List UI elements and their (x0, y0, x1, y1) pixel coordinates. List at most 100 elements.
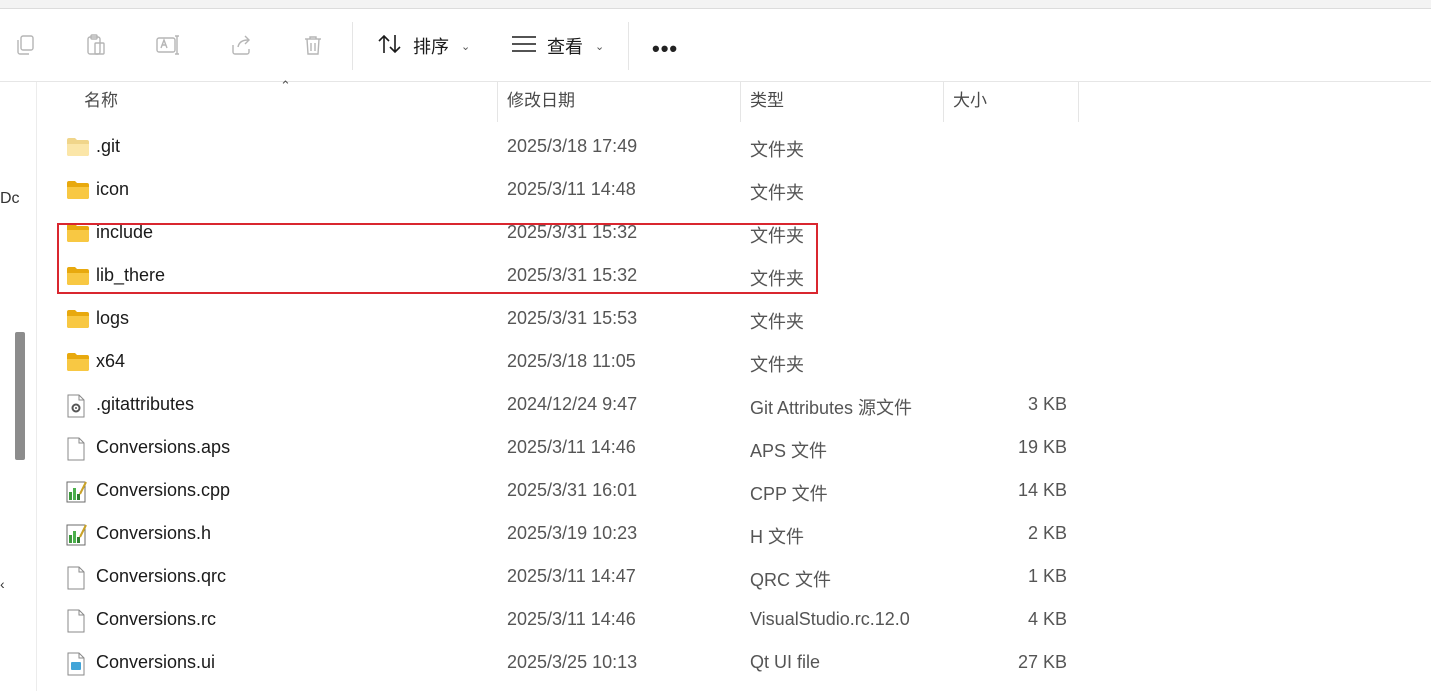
chevron-down-icon: ⌄ (595, 40, 605, 53)
file-type: Qt UI file (750, 652, 821, 672)
code-file-icon (66, 523, 90, 547)
file-type: QRC 文件 (750, 570, 831, 590)
folder-icon (66, 222, 90, 246)
file-row[interactable]: Conversions.aps 2025/3/11 14:46 APS 文件 19 K… (36, 427, 1096, 470)
qt-ui-file-icon (66, 652, 90, 676)
nav-item-fragment[interactable]: ‹ (0, 576, 5, 592)
file-name: Conversions.cpp (96, 480, 231, 500)
window-top-edge (0, 0, 1431, 9)
file-name: Conversions.h (96, 523, 212, 543)
file-type: APS 文件 (750, 441, 828, 461)
folder-icon (66, 308, 90, 332)
file-size: 3 KB (1027, 394, 1067, 414)
chevron-down-icon: ⌄ (461, 40, 471, 53)
toolbar-separator (628, 22, 629, 70)
file-type: 文件夹 (750, 226, 804, 246)
column-header: 名称 ⌃ 修改日期 类型 大小 (36, 78, 1096, 122)
more-options-button[interactable]: ••• (652, 36, 678, 62)
file-name: Conversions.qrc (96, 566, 227, 586)
file-modified-date: 2025/3/18 11:05 (507, 351, 636, 371)
navigation-pane: Dc ‹ (0, 82, 37, 691)
file-row[interactable]: Conversions.h 2025/3/19 10:23 H 文件 2 KB (36, 513, 1096, 556)
blank-file-icon (66, 609, 90, 633)
file-type: 文件夹 (750, 312, 804, 332)
file-type: 文件夹 (750, 183, 804, 203)
column-header-type[interactable]: 类型 (740, 82, 944, 122)
file-size: 4 KB (1027, 609, 1067, 629)
folder-icon (66, 136, 90, 160)
file-type: Git Attributes 源文件 (750, 398, 913, 418)
file-modified-date: 2025/3/31 15:32 (507, 265, 638, 285)
file-modified-date: 2025/3/11 14:47 (507, 566, 636, 586)
nav-item-fragment[interactable]: Dc (0, 190, 20, 208)
file-size: 2 KB (1027, 523, 1067, 543)
file-list: .git 2025/3/18 17:49 文件夹 icon 2025/3/11 14:4… (36, 126, 1096, 685)
file-size: 27 KB (1017, 652, 1067, 672)
file-name: icon (96, 179, 130, 199)
file-row[interactable]: Conversions.rc 2025/3/11 14:46 VisualStudi… (36, 599, 1096, 642)
file-row[interactable]: .gitattributes 2024/12/24 9:47 Git Attribu… (36, 384, 1096, 427)
file-name: logs (96, 308, 130, 328)
file-modified-date: 2025/3/11 14:46 (507, 437, 636, 457)
file-type: 文件夹 (750, 269, 804, 289)
blank-file-icon (66, 566, 90, 590)
file-size: 19 KB (1017, 437, 1067, 457)
file-row[interactable]: logs 2025/3/31 15:53 文件夹 (36, 298, 1096, 341)
settings-file-icon (66, 394, 90, 418)
file-name: Conversions.rc (96, 609, 217, 629)
view-label: 查看 (547, 37, 583, 57)
file-size: 1 KB (1027, 566, 1067, 586)
file-row[interactable]: Conversions.ui 2025/3/25 10:13 Qt UI file 2… (36, 642, 1096, 685)
file-row[interactable]: Conversions.qrc 2025/3/11 14:47 QRC 文件 1 KB (36, 556, 1096, 599)
file-type: H 文件 (750, 527, 804, 547)
code-file-icon (66, 480, 90, 504)
file-type: VisualStudio.rc.12.0 (750, 609, 910, 629)
file-name: .git (96, 136, 121, 156)
sort-ascending-icon: ⌃ (280, 78, 291, 93)
blank-file-icon (66, 437, 90, 461)
command-bar: 排序 ⌄ 查看 ⌄ ••• (0, 0, 1431, 82)
file-modified-date: 2025/3/18 17:49 (507, 136, 638, 156)
file-row[interactable]: x64 2025/3/18 11:05 文件夹 (36, 341, 1096, 384)
file-modified-date: 2025/3/11 14:48 (507, 179, 636, 199)
file-row[interactable]: include 2025/3/31 15:32 文件夹 (36, 212, 1096, 255)
delete-icon[interactable] (300, 32, 326, 58)
column-header-date[interactable]: 修改日期 (497, 82, 741, 122)
file-modified-date: 2025/3/31 15:53 (507, 308, 638, 328)
file-name: Conversions.ui (96, 652, 216, 672)
file-modified-date: 2025/3/25 10:13 (507, 652, 638, 672)
file-name: include (96, 222, 154, 242)
sort-label: 排序 (413, 37, 449, 57)
nav-scrollbar-thumb[interactable] (15, 332, 25, 460)
view-button[interactable]: 查看 ⌄ (511, 30, 604, 62)
file-name: .gitattributes (96, 394, 195, 414)
folder-icon (66, 351, 90, 375)
file-name: x64 (96, 351, 126, 371)
file-row[interactable]: icon 2025/3/11 14:48 文件夹 (36, 169, 1096, 212)
column-header-size[interactable]: 大小 (943, 82, 1079, 122)
file-name: Conversions.aps (96, 437, 231, 457)
file-row[interactable]: lib_there 2025/3/31 15:32 文件夹 (36, 255, 1096, 298)
file-name: lib_there (96, 265, 166, 285)
file-modified-date: 2025/3/19 10:23 (507, 523, 638, 543)
sort-button[interactable]: 排序 ⌄ (377, 30, 470, 62)
file-modified-date: 2025/3/11 14:46 (507, 609, 636, 629)
file-size: 14 KB (1017, 480, 1067, 500)
rename-icon[interactable] (155, 32, 181, 58)
copy-icon[interactable] (12, 32, 38, 58)
toolbar-separator (352, 22, 353, 70)
file-modified-date: 2024/12/24 9:47 (507, 394, 638, 414)
paste-icon[interactable] (83, 32, 109, 58)
file-row[interactable]: .git 2025/3/18 17:49 文件夹 (36, 126, 1096, 169)
sort-icon (377, 33, 403, 60)
file-row[interactable]: Conversions.cpp 2025/3/31 16:01 CPP 文件 14 K… (36, 470, 1096, 513)
file-type: CPP 文件 (750, 484, 828, 504)
file-type: 文件夹 (750, 355, 804, 375)
folder-icon (66, 179, 90, 203)
file-modified-date: 2025/3/31 15:32 (507, 222, 638, 242)
file-type: 文件夹 (750, 140, 804, 160)
view-list-icon (511, 34, 537, 59)
share-icon[interactable] (228, 32, 254, 58)
file-modified-date: 2025/3/31 16:01 (507, 480, 638, 500)
folder-icon (66, 265, 90, 289)
